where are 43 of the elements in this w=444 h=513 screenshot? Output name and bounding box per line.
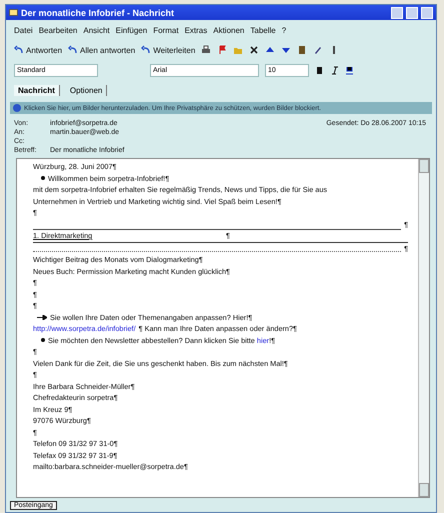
- menu-item[interactable]: Aktionen: [213, 26, 244, 34]
- toolbar-button[interactable]: Weiterleiten: [141, 45, 196, 55]
- close-button[interactable]: [421, 6, 433, 18]
- menu-item[interactable]: Bearbeiten: [38, 26, 78, 34]
- toolbar-button[interactable]: Allen antworten: [68, 45, 136, 55]
- folder-icon: [233, 45, 244, 55]
- toolbar-button[interactable]: Antworten: [14, 45, 62, 55]
- underline-icon[interactable]: [345, 66, 354, 74]
- menu-item[interactable]: ?: [282, 26, 286, 34]
- pen-icon: [313, 45, 324, 55]
- info-icon: [13, 104, 21, 112]
- flag-icon: [217, 45, 228, 55]
- menu-item[interactable]: Tabelle: [250, 26, 276, 34]
- menu-item[interactable]: Einfügen: [116, 26, 148, 34]
- message-body[interactable]: [16, 158, 430, 498]
- bullet-icon: [41, 338, 45, 342]
- italic-icon[interactable]: [330, 66, 339, 74]
- reply-arrow-icon: [14, 45, 24, 55]
- toolbar-button[interactable]: [249, 45, 260, 55]
- up-arrow-icon: [265, 45, 276, 55]
- envelope-icon: [9, 8, 18, 17]
- reply-all-icon: [68, 45, 78, 55]
- minimize-button[interactable]: [391, 6, 403, 18]
- toolbar-button[interactable]: [265, 45, 276, 55]
- menu-item[interactable]: Extras: [184, 26, 208, 34]
- maximize-button[interactable]: [406, 6, 418, 18]
- window-title: Der monatliche Infobrief - Nachricht: [21, 8, 176, 18]
- menu-item[interactable]: Format: [153, 26, 179, 34]
- tab[interactable]: Optionen: [66, 84, 108, 96]
- down-arrow-icon: [281, 45, 292, 55]
- toolbar-button[interactable]: [281, 45, 292, 55]
- bullet-icon: [41, 176, 45, 180]
- bold-icon[interactable]: [315, 66, 324, 74]
- scrollbar[interactable]: [418, 159, 429, 497]
- menu-item[interactable]: Datei: [14, 26, 33, 34]
- printer-icon: [201, 45, 212, 55]
- delete-x-icon: [249, 45, 260, 55]
- toolbar-button[interactable]: [201, 45, 212, 55]
- toolbar-button[interactable]: [313, 45, 324, 55]
- arrow-icon: [37, 314, 47, 320]
- forward-arrow-icon: [141, 45, 152, 55]
- tab[interactable]: Nachricht: [14, 84, 60, 96]
- menu-item[interactable]: Ansicht: [83, 26, 110, 34]
